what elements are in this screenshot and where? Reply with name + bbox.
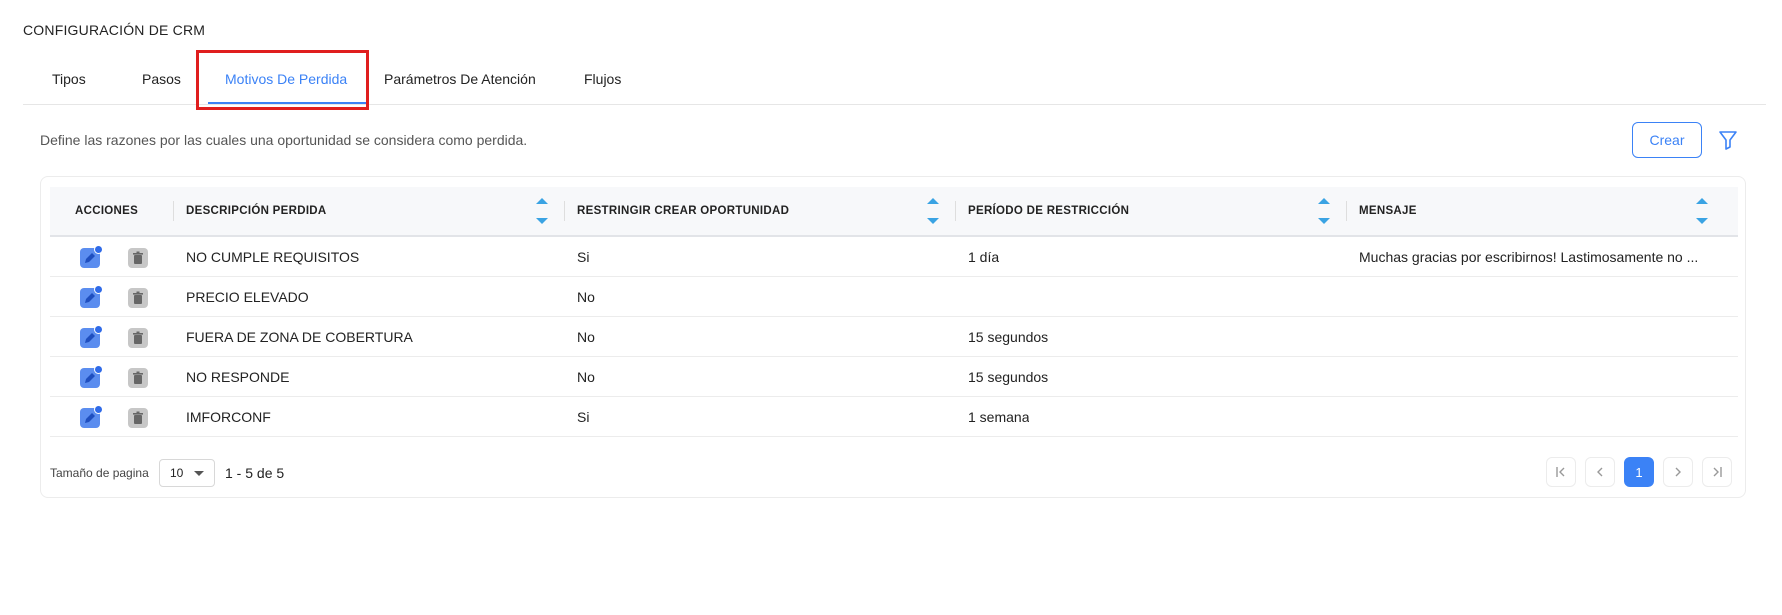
- table-row: IMFORCONF Si 1 semana: [50, 397, 1738, 437]
- sort-restringir-icon[interactable]: [926, 196, 940, 226]
- first-page-icon: [1556, 467, 1565, 477]
- cell-periodo: 1 día: [968, 249, 1000, 265]
- page-description: Define las razones por las cuales una op…: [40, 132, 528, 148]
- table-row: PRECIO ELEVADO No: [50, 277, 1738, 317]
- cell-restringir: Si: [577, 249, 590, 265]
- edit-icon[interactable]: [80, 285, 103, 308]
- filter-icon[interactable]: [1718, 129, 1738, 151]
- page-size-label: Tamaño de pagina: [50, 466, 149, 480]
- header-periodo: PERÍODO DE RESTRICCIÓN: [968, 205, 1130, 217]
- trash-icon[interactable]: [128, 328, 148, 348]
- column-divider: [564, 201, 565, 221]
- cell-descripcion: IMFORCONF: [186, 409, 271, 425]
- tab-flujos[interactable]: Flujos: [584, 71, 621, 87]
- cell-mensaje: Muchas gracias por escribirnos! Lastimos…: [1359, 249, 1699, 265]
- tab-pasos[interactable]: Pasos: [142, 71, 181, 87]
- header-mensaje: MENSAJE: [1359, 205, 1417, 217]
- edit-icon[interactable]: [80, 365, 103, 388]
- cell-mensaje: [1359, 317, 1729, 357]
- column-divider: [173, 201, 174, 221]
- header-restringir: RESTRINGIR CREAR OPORTUNIDAD: [577, 205, 790, 217]
- cell-descripcion: FUERA DE ZONA DE COBERTURA: [186, 329, 413, 345]
- trash-icon[interactable]: [128, 368, 148, 388]
- cell-descripcion: NO CUMPLE REQUISITOS: [186, 249, 360, 265]
- previous-page-button[interactable]: [1585, 457, 1615, 487]
- cell-descripcion: PRECIO ELEVADO: [186, 289, 309, 305]
- table-header: ACCIONES DESCRIPCIÓN PERDIDA RESTRINGIR …: [50, 187, 1738, 237]
- cell-periodo: 15 segundos: [968, 369, 1049, 385]
- create-button[interactable]: Crear: [1632, 122, 1702, 158]
- next-page-button[interactable]: [1663, 457, 1693, 487]
- cell-mensaje: [1359, 357, 1729, 397]
- column-divider: [955, 201, 956, 221]
- chevron-down-icon: [194, 471, 204, 476]
- pagination-range: 1 - 5 de 5: [225, 465, 285, 481]
- sort-descripcion-icon[interactable]: [535, 196, 549, 226]
- page-number-button[interactable]: 1: [1624, 457, 1654, 487]
- chevron-left-icon: [1597, 467, 1603, 477]
- sort-mensaje-icon[interactable]: [1695, 196, 1709, 226]
- cell-restringir: Si: [577, 409, 590, 425]
- table-row: NO CUMPLE REQUISITOS Si 1 día Muchas gra…: [50, 237, 1738, 277]
- header-acciones: ACCIONES: [75, 205, 139, 217]
- first-page-button[interactable]: [1546, 457, 1576, 487]
- tab-tipos[interactable]: Tipos: [52, 71, 86, 87]
- column-divider: [1346, 201, 1347, 221]
- header-descripcion: DESCRIPCIÓN PERDIDA: [186, 205, 327, 217]
- page-size-select[interactable]: 10: [159, 459, 215, 487]
- cell-mensaje: [1359, 397, 1729, 437]
- table-row: FUERA DE ZONA DE COBERTURA No 15 segundo…: [50, 317, 1738, 357]
- edit-icon[interactable]: [80, 405, 103, 428]
- cell-restringir: No: [577, 329, 595, 345]
- last-page-icon: [1713, 467, 1722, 477]
- cell-periodo: 15 segundos: [968, 329, 1049, 345]
- cell-descripcion: NO RESPONDE: [186, 369, 290, 385]
- cell-restringir: No: [577, 289, 595, 305]
- edit-icon[interactable]: [80, 245, 103, 268]
- table-row: NO RESPONDE No 15 segundos: [50, 357, 1738, 397]
- table-card: ACCIONES DESCRIPCIÓN PERDIDA RESTRINGIR …: [40, 176, 1746, 498]
- last-page-button[interactable]: [1702, 457, 1732, 487]
- highlight-box: [196, 50, 369, 110]
- tab-parametros-de-atencion[interactable]: Parámetros De Atención: [384, 71, 536, 87]
- cell-mensaje: [1359, 277, 1729, 317]
- trash-icon[interactable]: [128, 408, 148, 428]
- page-size-value: 10: [170, 466, 184, 480]
- trash-icon[interactable]: [128, 288, 148, 308]
- cell-restringir: No: [577, 369, 595, 385]
- cell-periodo: 1 semana: [968, 409, 1030, 425]
- sort-periodo-icon[interactable]: [1317, 196, 1331, 226]
- trash-icon[interactable]: [128, 248, 148, 268]
- edit-icon[interactable]: [80, 325, 103, 348]
- chevron-right-icon: [1675, 467, 1681, 477]
- page-title: CONFIGURACIÓN DE CRM: [23, 22, 206, 38]
